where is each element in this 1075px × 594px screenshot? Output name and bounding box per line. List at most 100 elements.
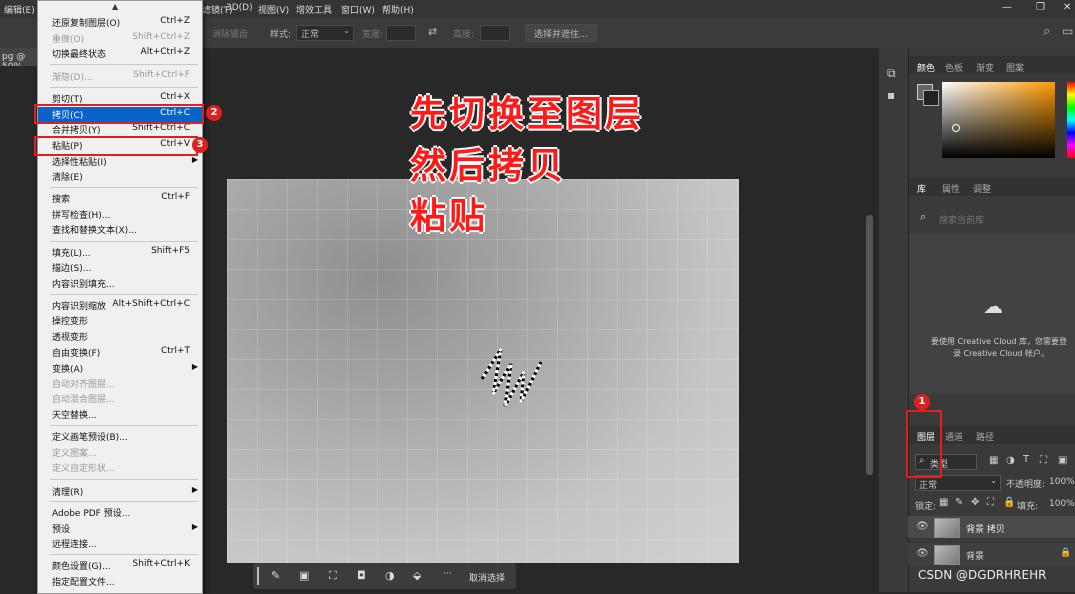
fill-label: 填充: [1017, 502, 1039, 512]
lock-position-icon[interactable]: ✥ [971, 497, 979, 508]
color-picker-field[interactable] [942, 82, 1055, 158]
menu-item-define-shape[interactable]: 定义自定形状... [38, 460, 202, 475]
menu-view[interactable]: 视图(V) [258, 3, 289, 16]
tab-channels[interactable]: 通道 [945, 430, 963, 443]
fill-value[interactable]: 100% [1049, 499, 1075, 509]
background-color-swatch[interactable] [923, 90, 939, 106]
layer-name: 背景 拷贝 [966, 525, 1005, 535]
document-tab[interactable]: pg @ 50% [0, 48, 40, 72]
menu-item-auto-align[interactable]: 自动对齐图层... [38, 376, 202, 391]
menu-item-presets[interactable]: 预设 ▶ [38, 521, 202, 536]
menu-item-pdf-presets[interactable]: Adobe PDF 预设... [38, 505, 202, 520]
remove-bg-icon[interactable]: ⛶ [329, 569, 337, 583]
menu-window[interactable]: 窗口(W) [341, 3, 375, 16]
filter-pixel-icon[interactable]: ▦ [989, 455, 998, 466]
lock-transparent-icon[interactable]: ▦ [939, 497, 948, 508]
menu-3d[interactable]: 3D(D) [226, 3, 253, 13]
menu-item-fade[interactable]: 渐隐(D)... Shift+Ctrl+F [38, 69, 202, 84]
menu-item-define-brush[interactable]: 定义画笔预设(B)... [38, 429, 202, 444]
menu-separator [50, 554, 198, 555]
menu-item-paste-special[interactable]: 选择性粘贴(I) ▶ [38, 154, 202, 169]
tab-swatches[interactable]: 色板 [945, 61, 963, 74]
tab-gradients[interactable]: 渐变 [976, 61, 994, 74]
filter-smart-icon[interactable]: ▣ [1058, 455, 1067, 466]
opacity-label: 不透明度: [1006, 480, 1046, 490]
tab-properties[interactable]: 属性 [942, 182, 960, 195]
search-icon[interactable]: ⌕ [1043, 24, 1050, 39]
menu-plugins[interactable]: 增效工具 [296, 3, 332, 16]
history-icon[interactable]: ⧉ [887, 66, 896, 81]
menu-item-clear[interactable]: 清除(E) [38, 169, 202, 184]
menu-item-purge[interactable]: 清理(R) ▶ [38, 484, 202, 499]
filter-adjustment-icon[interactable]: ◑ [1006, 455, 1015, 466]
opacity-value[interactable]: 100% [1049, 477, 1075, 487]
scroll-up-arrow-icon[interactable]: ▲ [112, 2, 118, 11]
maximize-button[interactable]: ❐ [1036, 2, 1045, 13]
minimize-button[interactable]: — [1002, 2, 1012, 13]
hue-slider[interactable] [1067, 82, 1075, 158]
menu-item-color-settings[interactable]: 颜色设置(G)... Shift+Ctrl+K [38, 558, 202, 573]
menu-item-spell-check[interactable]: 拼写检查(H)... [38, 207, 202, 222]
menu-item-redo[interactable]: 重做(O) Shift+Ctrl+Z [38, 31, 202, 46]
filter-shape-icon[interactable]: ⛶ [1040, 455, 1047, 466]
menu-item-define-pattern[interactable]: 定义图案... [38, 445, 202, 460]
menu-item-copy-merged[interactable]: 合并拷贝(Y) Shift+Ctrl+C [38, 122, 202, 137]
filter-type-icon[interactable]: T [1023, 454, 1029, 465]
creative-cloud-icon: ☁ [983, 294, 1003, 318]
tab-paths[interactable]: 路径 [976, 430, 994, 443]
menu-item-fill[interactable]: 填充(L)... Shift+F5 [38, 245, 202, 260]
height-input[interactable] [480, 25, 510, 41]
eye-icon[interactable]: 👁 [916, 521, 929, 532]
tab-color[interactable]: 颜色 [917, 61, 935, 74]
lock-pixels-icon[interactable]: ✎ [955, 497, 963, 508]
anti-alias-option[interactable]: 消除锯齿 [212, 27, 248, 40]
menu-item-toggle-last-state[interactable]: 切换最终状态 Alt+Ctrl+Z [38, 46, 202, 61]
tab-libraries[interactable]: 库 [917, 182, 926, 195]
lock-all-icon[interactable]: 🔒 [1003, 497, 1015, 508]
swap-icon[interactable]: ⇄ [428, 25, 437, 38]
deselect-button[interactable]: 取消选择 [469, 571, 505, 584]
menu-edit[interactable]: 编辑(E) [4, 3, 35, 16]
menu-item-search[interactable]: 搜索 Ctrl+F [38, 191, 202, 206]
menu-help[interactable]: 帮助(H) [382, 3, 414, 16]
menu-item-find-replace[interactable]: 查找和替换文本(X)... [38, 222, 202, 237]
menu-item-stroke[interactable]: 描边(S)... [38, 260, 202, 275]
select-subject-icon[interactable]: ▣ [299, 569, 309, 582]
library-search-input[interactable]: ⌕ 搜索当前库 [915, 208, 1071, 228]
menu-item-assign-profile[interactable]: 指定配置文件... [38, 574, 202, 589]
menu-item-content-aware-fill[interactable]: 内容识别填充... [38, 276, 202, 291]
canvas-scrollbar[interactable] [866, 215, 873, 475]
mask-icon[interactable]: ◘ [357, 569, 366, 582]
menu-item-sky-replace[interactable]: 天空替换... [38, 407, 202, 422]
menu-item-auto-blend[interactable]: 自动混合图层... [38, 391, 202, 406]
layer-row[interactable]: 👁 背景 拷贝 [908, 516, 1075, 538]
menu-item-free-transform[interactable]: 自由变换(F) Ctrl+T [38, 345, 202, 360]
fill-icon[interactable]: ⬙ [413, 569, 421, 582]
style-select[interactable]: 正常 ⌄ [296, 25, 354, 41]
menu-item-perspective-warp[interactable]: 透视变形 [38, 329, 202, 344]
callout-paste-highlight [34, 136, 198, 156]
drag-handle[interactable] [257, 567, 259, 585]
menu-item-content-aware-scale[interactable]: 内容识别缩放 Alt+Shift+Ctrl+C [38, 298, 202, 313]
tab-adjustments[interactable]: 调整 [973, 182, 991, 195]
workspace-icon[interactable]: ▭ [1062, 24, 1073, 38]
layer-row[interactable]: 👁 背景 🔒 [908, 543, 1075, 565]
select-and-mask-button[interactable]: 选择并遮住... [525, 24, 597, 42]
width-input[interactable] [386, 25, 416, 41]
more-options-icon[interactable]: ··· [443, 569, 452, 579]
menu-item-transform[interactable]: 变换(A) ▶ [38, 361, 202, 376]
menu-item-remote-connections[interactable]: 远程连接... [38, 536, 202, 551]
adjustment-icon[interactable]: ◑ [385, 569, 395, 582]
comments-icon[interactable]: ▪ [887, 88, 895, 102]
edit-menu: ▲ 还原复制图层(O) Ctrl+Z 重做(O) Shift+Ctrl+Z 切换最终… [37, 0, 203, 594]
annotation-line-2: 然后拷贝 [410, 145, 567, 187]
brush-icon[interactable]: ✎ [271, 569, 280, 582]
menu-separator [50, 294, 198, 295]
close-button[interactable]: ✕ [1063, 2, 1071, 13]
menu-item-puppet-warp[interactable]: 操控变形 [38, 313, 202, 328]
watermark: CSDN @DGDRHREHR [918, 568, 1047, 582]
menu-item-undo[interactable]: 还原复制图层(O) Ctrl+Z [38, 15, 202, 30]
tab-patterns[interactable]: 图案 [1006, 61, 1024, 74]
lock-artboard-icon[interactable]: ⛶ [987, 497, 994, 508]
eye-icon[interactable]: 👁 [916, 548, 929, 559]
